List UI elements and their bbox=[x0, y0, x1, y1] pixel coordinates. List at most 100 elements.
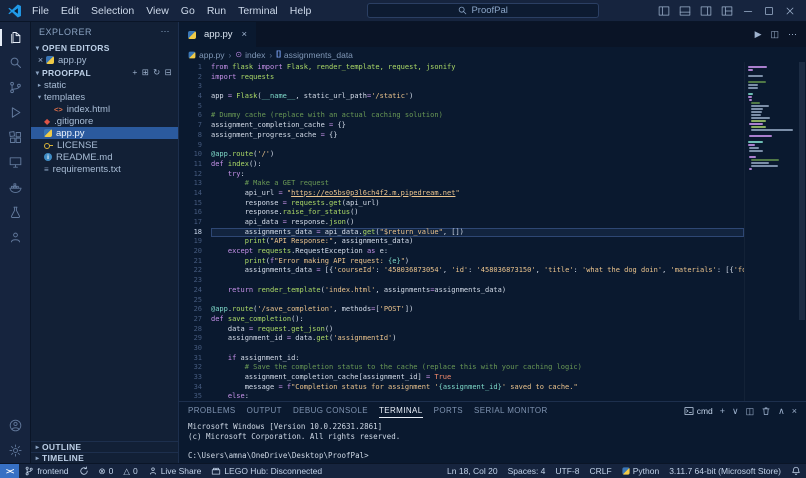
file-.gitignore[interactable]: ◆.gitignore bbox=[31, 115, 178, 127]
split-terminal-icon[interactable]: ◫ bbox=[746, 406, 755, 417]
activity-search[interactable] bbox=[0, 50, 30, 75]
menu-edit[interactable]: Edit bbox=[55, 5, 85, 17]
project-header[interactable]: ▾ PROOFPAL +⊞↻⊟ bbox=[31, 66, 178, 79]
new-folder-icon[interactable]: ⊞ bbox=[142, 67, 149, 78]
code-line[interactable] bbox=[211, 141, 744, 151]
status-errors[interactable]: ⊗0 bbox=[94, 464, 119, 478]
terminal-shell-badge[interactable]: cmd bbox=[684, 406, 713, 416]
code-line[interactable]: response = requests.get(api_url) bbox=[211, 199, 744, 209]
kill-terminal-trash-icon[interactable] bbox=[761, 406, 771, 416]
code-line[interactable]: except requests.RequestException as e: bbox=[211, 247, 744, 257]
maximize-panel-icon[interactable]: ∧ bbox=[778, 406, 785, 417]
activity-live-share[interactable] bbox=[0, 225, 30, 250]
new-terminal-icon[interactable]: + bbox=[720, 406, 725, 416]
new-file-icon[interactable]: + bbox=[132, 67, 137, 78]
code-line[interactable] bbox=[211, 82, 744, 92]
open-editor-app.py[interactable]: ×app.py bbox=[31, 54, 178, 66]
activity-remote-explorer[interactable] bbox=[0, 150, 30, 175]
code-line[interactable]: assignment_id = data.get('assignmentId') bbox=[211, 334, 744, 344]
activity-docker[interactable] bbox=[0, 175, 30, 200]
open-editors-header[interactable]: ▾ OPEN EDITORS bbox=[31, 41, 178, 54]
panel-tab-debug-console[interactable]: DEBUG CONSOLE bbox=[293, 404, 368, 418]
menu-help[interactable]: Help bbox=[284, 5, 318, 17]
code-line[interactable]: if assignment_id: bbox=[211, 354, 744, 364]
activity-testing[interactable] bbox=[0, 200, 30, 225]
file-templates[interactable]: ▾templates bbox=[31, 91, 178, 103]
activity-source-control[interactable] bbox=[0, 75, 30, 100]
code-line[interactable]: data = request.get_json() bbox=[211, 325, 744, 335]
code-line[interactable]: try: bbox=[211, 170, 744, 180]
panel-tab-terminal[interactable]: TERMINAL bbox=[379, 404, 423, 418]
activity-run-and-debug[interactable] bbox=[0, 100, 30, 125]
code-line[interactable]: @app.route('/save_completion', methods=[… bbox=[211, 305, 744, 315]
code-content[interactable]: from flask import Flask, render_template… bbox=[211, 62, 744, 401]
code-line[interactable]: api_url = "https://eo5bs0p3l6ch4f2.m.pip… bbox=[211, 189, 744, 199]
code-line[interactable]: import requests bbox=[211, 73, 744, 83]
breadcrumb-index[interactable]: ⊙index bbox=[235, 50, 265, 60]
activity-account[interactable] bbox=[0, 413, 30, 438]
menu-go[interactable]: Go bbox=[175, 5, 201, 17]
panel-tab-ports[interactable]: PORTS bbox=[434, 404, 463, 418]
menu-file[interactable]: File bbox=[26, 5, 55, 17]
menu-terminal[interactable]: Terminal bbox=[232, 5, 284, 17]
breadcrumb-app.py[interactable]: app.py bbox=[188, 50, 225, 60]
code-line[interactable]: def save_completion(): bbox=[211, 315, 744, 325]
status-notifications[interactable] bbox=[786, 464, 806, 478]
code-line[interactable]: # Save the completion status to the cach… bbox=[211, 363, 744, 373]
code-line[interactable]: assignment_completion_cache[assignment_i… bbox=[211, 373, 744, 383]
code-line[interactable]: return render_template('index.html', ass… bbox=[211, 286, 744, 296]
more-actions-icon[interactable]: ⋯ bbox=[161, 26, 171, 37]
status-warnings[interactable]: △0 bbox=[118, 464, 142, 478]
close-icon[interactable]: × bbox=[35, 55, 46, 65]
customize-layout-icon[interactable] bbox=[716, 0, 737, 21]
status-language-mode[interactable]: Python bbox=[617, 464, 664, 478]
status-python-interpreter[interactable]: 3.11.7 64-bit (Microsoft Store) bbox=[664, 464, 786, 478]
activity-settings[interactable] bbox=[0, 438, 30, 463]
file-static[interactable]: ▸static bbox=[31, 79, 178, 91]
status-indentation[interactable]: Spaces: 4 bbox=[503, 464, 551, 478]
code-line[interactable] bbox=[211, 296, 744, 306]
code-line[interactable]: api_data = response.json() bbox=[211, 218, 744, 228]
panel-tab-serial-monitor[interactable]: SERIAL MONITOR bbox=[474, 404, 548, 418]
code-line[interactable]: # Make a GET request bbox=[211, 179, 744, 189]
status-cursor-position[interactable]: Ln 18, Col 20 bbox=[442, 464, 503, 478]
window-maximize-button[interactable] bbox=[758, 0, 779, 21]
window-minimize-button[interactable] bbox=[737, 0, 758, 21]
command-center-search[interactable]: ProofPal bbox=[367, 3, 599, 18]
code-line[interactable] bbox=[211, 102, 744, 112]
file-index.html[interactable]: <>index.html bbox=[31, 103, 178, 115]
activity-explorer[interactable] bbox=[0, 25, 30, 50]
panel-tab-output[interactable]: OUTPUT bbox=[247, 404, 282, 418]
collapse-all-icon[interactable]: ⊟ bbox=[165, 67, 172, 78]
file-README.md[interactable]: iREADME.md bbox=[31, 151, 178, 163]
tab-app.py[interactable]: app.py× bbox=[179, 22, 257, 47]
code-editor[interactable]: 1234567891011121314151617181920212223242… bbox=[179, 62, 806, 401]
status-sync-changes[interactable] bbox=[74, 464, 94, 478]
minimap[interactable] bbox=[744, 62, 798, 401]
code-line[interactable]: from flask import Flask, render_template… bbox=[211, 63, 744, 73]
status-eol[interactable]: CRLF bbox=[585, 464, 617, 478]
code-line[interactable]: else: bbox=[211, 392, 744, 401]
menu-view[interactable]: View bbox=[140, 5, 175, 17]
status-lego-hub[interactable]: LEGO Hub: Disconnected bbox=[206, 464, 327, 478]
code-line[interactable]: message = f"Completion status for assign… bbox=[211, 383, 744, 393]
breadcrumb-assignments_data[interactable]: []assignments_data bbox=[276, 50, 353, 60]
file-LICENSE[interactable]: LICENSE bbox=[31, 139, 178, 151]
code-line[interactable] bbox=[211, 344, 744, 354]
toggle-sidebar-icon[interactable] bbox=[653, 0, 674, 21]
close-panel-icon[interactable]: × bbox=[792, 406, 797, 416]
code-line[interactable]: assignments_data = api_data.get("$return… bbox=[211, 228, 744, 238]
scrollbar-thumb[interactable] bbox=[799, 62, 805, 320]
editor-scrollbar[interactable] bbox=[798, 62, 806, 401]
panel-tab-problems[interactable]: PROBLEMS bbox=[188, 404, 236, 418]
code-line[interactable]: assignment_completion_cache = {} bbox=[211, 121, 744, 131]
close-icon[interactable]: × bbox=[242, 29, 248, 40]
status-encoding[interactable]: UTF-8 bbox=[550, 464, 584, 478]
chevron-down-icon[interactable]: ∨ bbox=[732, 406, 739, 417]
section-timeline[interactable]: ▸TIMELINE bbox=[31, 452, 178, 463]
code-line[interactable]: # Dummy cache (replace with an actual ca… bbox=[211, 111, 744, 121]
split-editor-icon[interactable]: ◫ bbox=[770, 29, 779, 40]
toggle-panel-icon[interactable] bbox=[674, 0, 695, 21]
menu-run[interactable]: Run bbox=[201, 5, 232, 17]
code-line[interactable]: assignments_data = [{'courseId': '458036… bbox=[211, 266, 744, 276]
